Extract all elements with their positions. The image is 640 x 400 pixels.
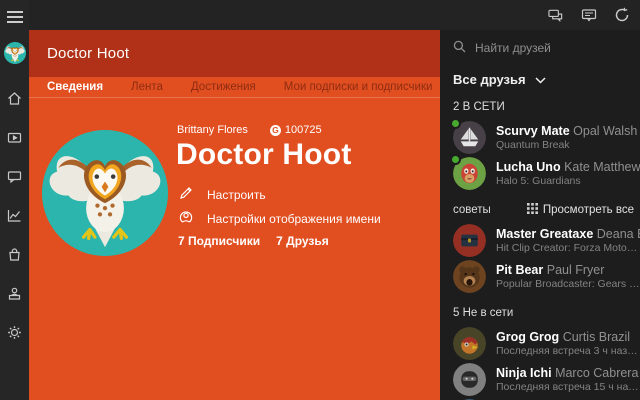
name-display-label: Настройки отображения имени	[207, 211, 381, 226]
title-bar-icons	[548, 0, 630, 30]
name-display-settings-button[interactable]: Настройки отображения имени	[179, 210, 381, 227]
friend-name: Grog Grog Curtis Brazil	[496, 330, 631, 344]
followers-count[interactable]: 7 Подписчики	[178, 234, 260, 248]
friends-filter-dropdown[interactable]: Все друзья	[453, 71, 640, 87]
friend-avatar-ninja	[453, 363, 486, 396]
customize-button[interactable]: Настроить	[179, 186, 266, 203]
grid-icon	[526, 203, 538, 217]
friend-avatar-luchador	[450, 154, 486, 190]
filter-label: Все друзья	[453, 71, 526, 87]
profile-tabs: Сведения Лента Достижения Мои подписки и по…	[29, 77, 440, 98]
gamerpic-owl-avatar[interactable]	[42, 130, 168, 256]
friend-status: Hit Clip Creator: Forza Motorsport 6	[496, 242, 640, 254]
name-display-icon	[179, 210, 193, 227]
chat-icon[interactable]	[548, 7, 564, 23]
friend-row[interactable]: Grog Grog Curtis Brazil Последняя встреч…	[453, 327, 640, 360]
sidebar-item-avatar-editor[interactable]	[0, 283, 29, 309]
home-icon	[7, 91, 22, 111]
friend-name: Scurvy Mate Opal Walsh	[496, 124, 638, 138]
sidebar-item-settings[interactable]	[0, 322, 29, 348]
friend-status: Последняя встреча 3 ч назад : Tomb Raide…	[496, 345, 640, 357]
friend-avatar-parrot	[453, 327, 486, 360]
page-title: Doctor Hoot	[47, 45, 130, 62]
sidebar-item-activity[interactable]	[0, 205, 29, 231]
friend-status: Quantum Break	[496, 139, 570, 151]
find-friends-search[interactable]: Найти друзей	[453, 40, 640, 56]
activity-icon	[7, 208, 22, 228]
friend-row[interactable]: Lucha Uno Kate Matthews Halo 5: Guardian…	[450, 154, 640, 190]
friends-section-header: советы Просмотреть все	[453, 203, 634, 217]
friend-status: Halo 5: Guardians	[496, 175, 581, 187]
announcement-icon[interactable]	[581, 7, 597, 23]
sidebar-item-media[interactable]	[0, 127, 29, 153]
friend-name: Master Greataxe Deana Barr	[496, 227, 640, 241]
friend-row[interactable]: Pit Bear Paul Fryer Popular Broadcaster:…	[453, 260, 640, 293]
friends-count[interactable]: 7 Друзья	[276, 234, 329, 248]
sidebar-item-home[interactable]	[0, 88, 29, 114]
chevron-down-icon	[535, 72, 546, 87]
friend-row[interactable]: Ninja Ichi Marco Cabrera Последняя встре…	[453, 363, 640, 396]
gamertag-title: Doctor Hoot	[176, 138, 352, 171]
gamerscore-icon: G	[269, 124, 281, 136]
messages-icon	[7, 169, 22, 189]
page-header: Doctor Hoot	[29, 30, 440, 77]
friends-panel: Найти друзей Все друзья 2 В СЕТИ Scurvy …	[440, 30, 640, 400]
view-all-button[interactable]: Просмотреть все	[526, 203, 634, 217]
customize-label: Настроить	[207, 187, 266, 202]
store-icon	[7, 247, 22, 267]
real-name: Brittany Flores	[177, 124, 248, 136]
friend-name: Lucha Uno Kate Matthews	[496, 160, 640, 174]
friend-row[interactable]: Master Greataxe Deana Barr Hit Clip Crea…	[453, 224, 640, 257]
gamerscore: G 100725	[269, 124, 322, 136]
friend-row[interactable]: Scurvy Mate Opal Walsh Quantum Break	[450, 118, 640, 154]
real-name-row: Brittany Flores G 100725	[177, 124, 322, 136]
tab-1[interactable]: Лента	[131, 81, 163, 93]
nav-sidebar	[0, 0, 29, 400]
online-status-dot	[450, 154, 461, 165]
pencil-icon	[179, 186, 193, 203]
profile-content: Brittany Flores G 100725 Doctor Hoot Нас…	[29, 98, 440, 400]
tab-2[interactable]: Достижения	[191, 81, 256, 93]
sidebar-profile-avatar[interactable]	[3, 42, 26, 64]
online-status-dot	[450, 118, 461, 129]
tab-3[interactable]: Мои подписки и подписчики	[284, 81, 433, 93]
friend-status: Popular Broadcaster: Gears of War Ultim…	[496, 278, 640, 290]
tab-0[interactable]: Сведения	[47, 81, 103, 93]
profile-main: Doctor Hoot Сведения Лента Достижения Мои п…	[29, 30, 440, 400]
settings-icon	[7, 325, 22, 345]
profile-stats: 7 Подписчики 7 Друзья	[178, 234, 329, 248]
friends-section-header: 2 В СЕТИ	[453, 101, 505, 113]
hamburger-menu-icon[interactable]	[0, 4, 29, 30]
friend-status: Последняя встреча 15 ч назад : Killer In…	[496, 381, 640, 393]
friend-name: Ninja Ichi Marco Cabrera	[496, 366, 639, 380]
avatar-editor-icon	[7, 286, 22, 306]
refresh-icon[interactable]	[614, 7, 630, 23]
gamerscore-value: 100725	[284, 124, 322, 136]
xbox-app-window: Doctor Hoot Сведения Лента Достижения Мои п…	[0, 0, 640, 400]
friend-name: Pit Bear Paul Fryer	[496, 263, 605, 277]
sidebar-item-store[interactable]	[0, 244, 29, 270]
friends-section-header: 5 Не в сети	[453, 307, 514, 319]
title-bar	[0, 0, 640, 30]
friend-avatar-pirate-ship	[450, 118, 486, 154]
friend-avatar-treasure-chest	[453, 224, 486, 257]
friend-avatar-bear	[453, 260, 486, 293]
media-icon	[7, 130, 22, 150]
search-placeholder: Найти друзей	[475, 41, 551, 55]
search-icon	[453, 40, 466, 56]
sidebar-item-messages[interactable]	[0, 166, 29, 192]
